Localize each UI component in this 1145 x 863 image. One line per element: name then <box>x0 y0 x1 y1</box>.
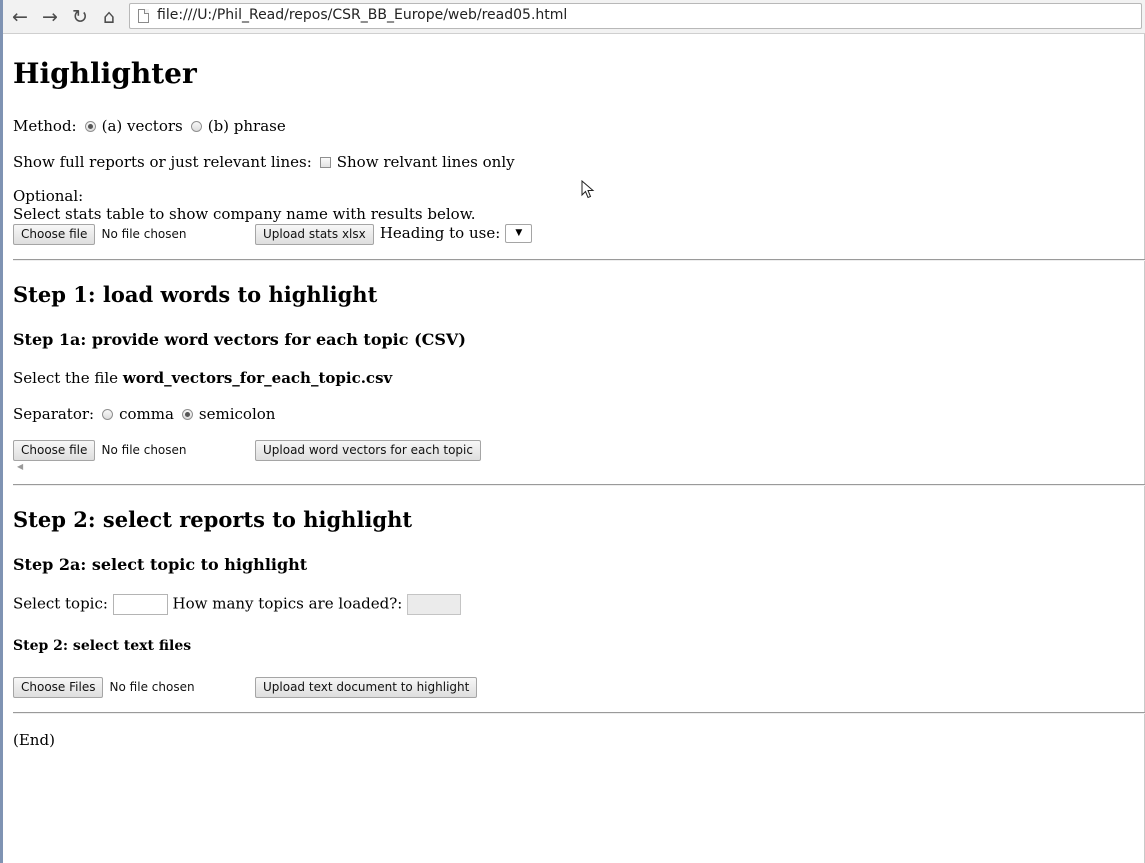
method-label: Method: <box>13 117 77 135</box>
text-files-row: Choose Files No file chosen <box>13 676 195 698</box>
select-file-prefix: Select the file <box>13 369 123 387</box>
window-left-edge <box>0 0 3 863</box>
vectors-file-row: Choose file No file chosen <box>13 439 187 461</box>
scroll-left-arrow-icon: ◀ <box>17 462 24 471</box>
page-icon <box>138 9 149 23</box>
separator-semicolon-radio[interactable] <box>181 409 193 420</box>
stats-choose-file-button[interactable]: Choose file <box>13 224 96 245</box>
home-icon[interactable]: ⌂ <box>98 6 120 28</box>
separator-row: Separator: comma semicolon <box>13 405 275 423</box>
method-phrase-radio[interactable] <box>190 121 202 132</box>
topics-loaded-field <box>407 594 462 615</box>
end-text: (End) <box>13 731 55 749</box>
method-row: Method: (a) vectors (b) phrase <box>13 117 286 135</box>
stats-upload-row: Upload stats xlsx Heading to use: ▼ <box>255 223 533 245</box>
select-file-name: word_vectors_for_each_topic.csv <box>122 369 393 387</box>
text-upload-row: Upload text document to highlight <box>255 676 478 698</box>
vectors-file-status: No file chosen <box>101 443 187 457</box>
heading-select[interactable]: ▼ <box>505 224 533 243</box>
select-topic-label: Select topic: <box>13 594 108 613</box>
select-topic-row: Select topic: How many topics are loaded… <box>13 594 462 615</box>
topics-loaded-label: How many topics are loaded?: <box>172 594 403 613</box>
url-text[interactable]: file:///U:/Phil_Read/repos/CSR_BB_Europe… <box>157 7 567 23</box>
back-arrow-icon[interactable]: ← <box>9 6 31 28</box>
separator-comma-radio[interactable] <box>102 409 114 420</box>
show-lines-label: Show full reports or just relevant lines… <box>13 153 312 171</box>
divider <box>13 712 1145 714</box>
method-vectors-radio[interactable] <box>84 121 96 132</box>
select-topic-input[interactable] <box>112 594 168 615</box>
method-vectors-label[interactable]: (a) vectors <box>102 117 183 135</box>
step2-text-files-heading: Step 2: select text files <box>13 638 192 654</box>
step2-heading: Step 2: select reports to highlight <box>13 507 413 532</box>
divider <box>13 259 1145 261</box>
upload-word-vectors-button[interactable]: Upload word vectors for each topic <box>255 440 481 461</box>
step1a-heading: Step 1a: provide word vectors for each t… <box>13 330 466 349</box>
stats-file-status: No file chosen <box>101 227 187 241</box>
mouse-cursor-icon <box>581 180 595 199</box>
optional-label: Optional: <box>13 187 84 205</box>
vectors-upload-row: Upload word vectors for each topic <box>255 439 481 461</box>
upload-text-document-button[interactable]: Upload text document to highlight <box>255 677 478 698</box>
address-bar[interactable]: file:///U:/Phil_Read/repos/CSR_BB_Europe… <box>129 3 1142 29</box>
separator-semicolon-label[interactable]: semicolon <box>199 405 276 423</box>
forward-arrow-icon[interactable]: → <box>39 6 61 28</box>
page-title: Highlighter <box>13 57 197 90</box>
vectors-choose-file-button[interactable]: Choose file <box>13 440 96 461</box>
browser-toolbar: ← → ↻ ⌂ file:///U:/Phil_Read/repos/CSR_B… <box>3 0 1145 34</box>
step1-heading: Step 1: load words to highlight <box>13 282 378 307</box>
show-relevant-lines-checkbox[interactable] <box>319 157 331 168</box>
show-lines-row: Show full reports or just relevant lines… <box>13 153 515 171</box>
chevron-down-icon: ▼ <box>515 228 523 238</box>
step2a-heading: Step 2a: select topic to highlight <box>13 555 308 574</box>
upload-stats-button[interactable]: Upload stats xlsx <box>255 224 374 245</box>
choose-files-button[interactable]: Choose Files <box>13 677 104 698</box>
optional-description: Select stats table to show company name … <box>13 205 476 223</box>
text-files-status: No file chosen <box>109 680 195 694</box>
method-phrase-label[interactable]: (b) phrase <box>208 117 286 135</box>
separator-label: Separator: <box>13 405 95 423</box>
reload-icon[interactable]: ↻ <box>69 6 91 28</box>
separator-comma-label[interactable]: comma <box>119 405 174 423</box>
stats-file-row: Choose file No file chosen <box>13 223 187 245</box>
divider <box>13 484 1145 486</box>
show-relevant-lines-label[interactable]: Show relvant lines only <box>337 153 515 171</box>
step1-select-file-text: Select the file word_vectors_for_each_to… <box>13 369 392 387</box>
heading-to-use-label: Heading to use: <box>379 224 501 242</box>
